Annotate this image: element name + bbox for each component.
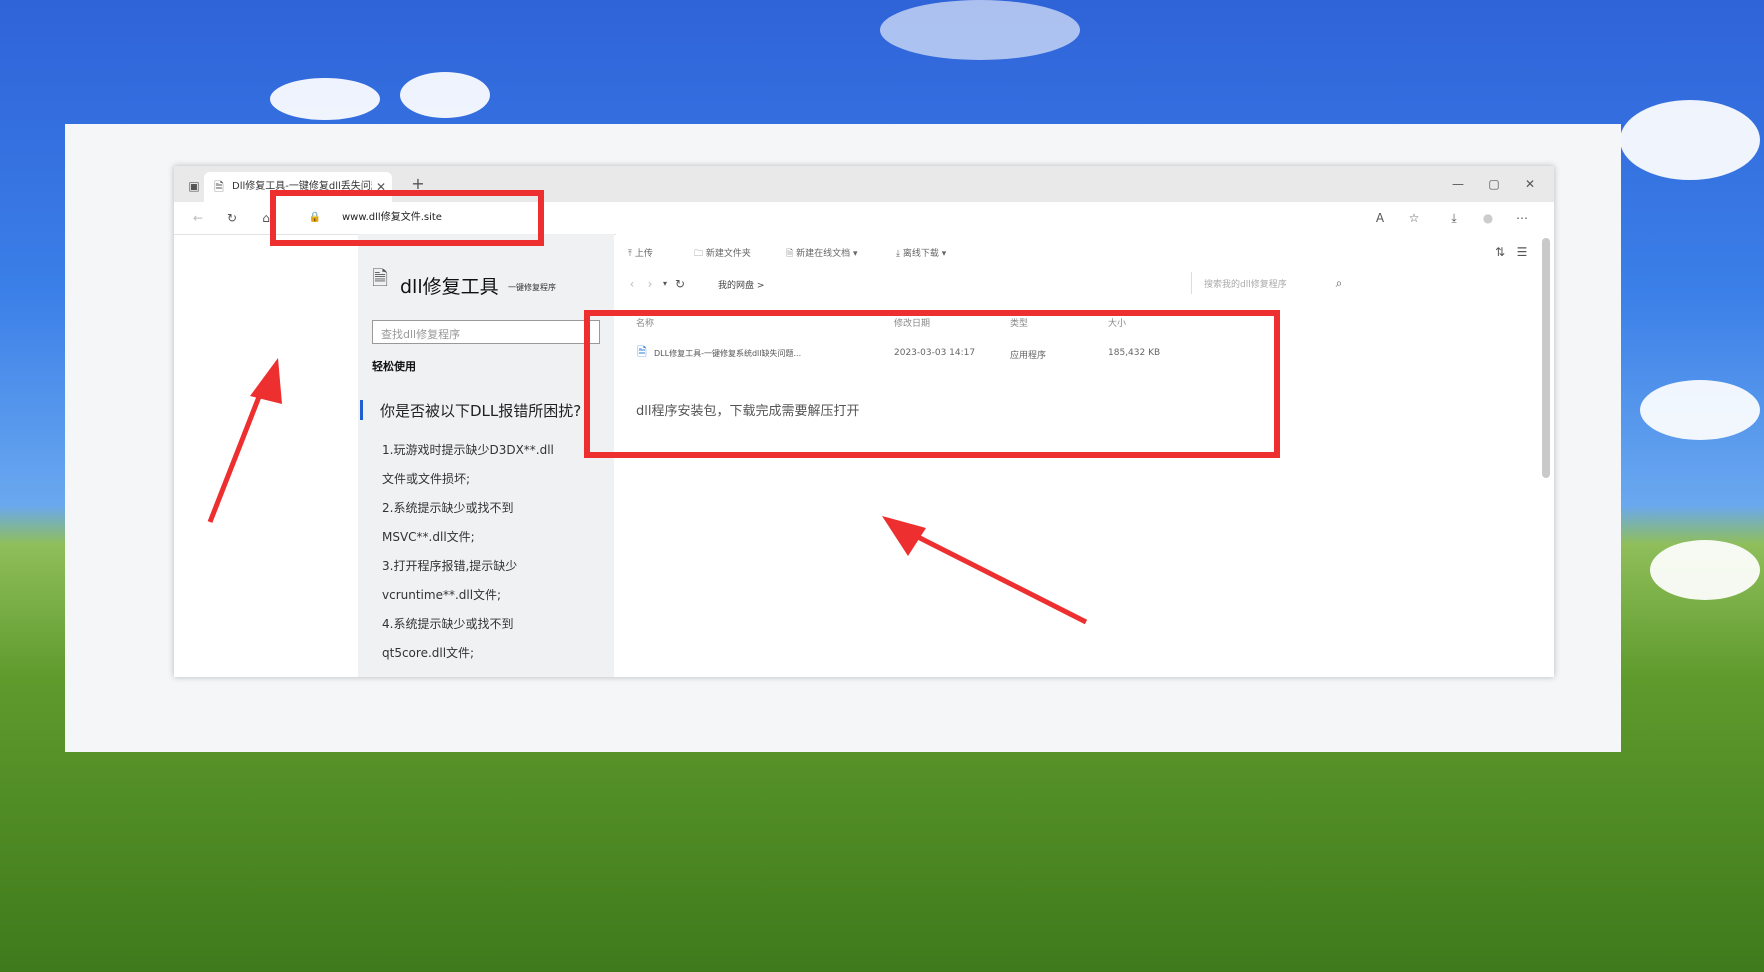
arrow-to-file	[882, 516, 1088, 625]
annotation-arrows	[207, 358, 1088, 625]
arrow-up-left	[207, 358, 282, 523]
